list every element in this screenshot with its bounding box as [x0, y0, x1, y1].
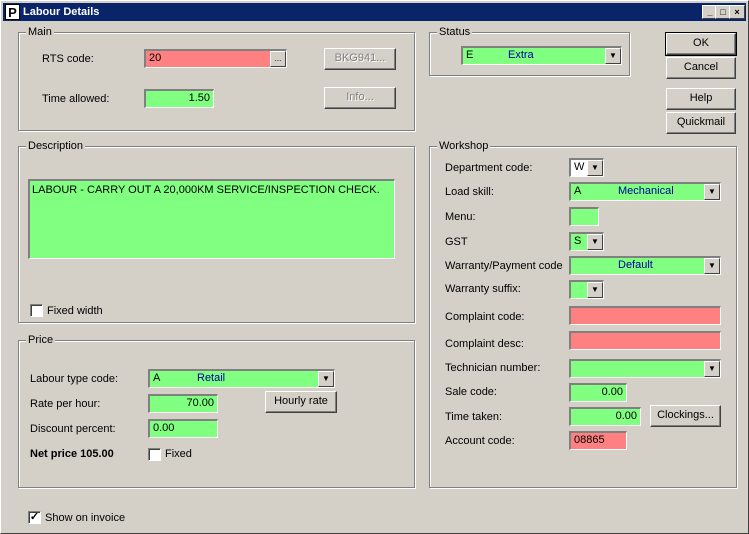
labour-type-code: A — [153, 372, 161, 384]
status-group-label: Status — [437, 25, 473, 39]
close-button[interactable]: × — [729, 5, 745, 19]
warranty-suffix-label: Warranty suffix: — [445, 283, 521, 295]
ellipsis-icon[interactable]: ... — [270, 51, 286, 67]
warranty-suffix-combo[interactable]: ▼ — [569, 280, 604, 299]
gst-value: S — [574, 235, 582, 247]
account-code-label: Account code: — [445, 435, 515, 447]
complaint-code-field[interactable] — [569, 306, 721, 325]
status-group: Status E Extra ▼ — [429, 25, 630, 76]
sale-code-label: Sale code: — [445, 386, 497, 398]
description-group: Description LABOUR - CARRY OUT A 20,000K… — [18, 139, 415, 323]
complaint-desc-label: Complaint desc: — [445, 338, 524, 350]
price-group-label: Price — [26, 333, 56, 347]
discount-label: Discount percent: — [30, 423, 116, 435]
bkg-button[interactable]: BKG941... — [324, 48, 396, 70]
time-taken-field[interactable]: 0.00 — [569, 407, 641, 426]
dropdown-icon[interactable]: ▼ — [605, 48, 621, 64]
discount-field[interactable]: 0.00 — [148, 419, 218, 438]
sale-code-field[interactable]: 0.00 — [569, 383, 627, 402]
net-price: Net price 105.00 — [30, 448, 114, 460]
dropdown-icon[interactable]: ▼ — [704, 184, 720, 200]
fixed-width-label: Fixed width — [47, 305, 103, 317]
show-on-invoice-label: Show on invoice — [45, 512, 126, 524]
show-on-invoice-checkbox[interactable]: ✓ — [28, 511, 41, 524]
rate-per-hour-field[interactable]: 70.00 — [148, 394, 218, 413]
menu-label: Menu: — [445, 211, 476, 223]
help-button[interactable]: Help — [666, 88, 736, 110]
info-button[interactable]: Info... — [324, 87, 396, 109]
main-group-label: Main — [26, 25, 54, 39]
fixed-width-checkbox[interactable] — [30, 304, 43, 317]
time-allowed-label: Time allowed: — [42, 93, 110, 105]
load-skill-code: A — [574, 185, 582, 197]
warranty-payment-value: Default — [618, 259, 653, 271]
warranty-payment-label: Warranty/Payment code — [445, 260, 563, 272]
fixed-price-checkbox[interactable] — [148, 448, 161, 461]
warranty-payment-combo[interactable]: Default ▼ — [569, 256, 721, 275]
load-skill-combo[interactable]: A Mechanical ▼ — [569, 182, 721, 201]
dropdown-icon[interactable]: ▼ — [587, 234, 603, 250]
technician-number-combo[interactable]: ▼ — [569, 359, 721, 378]
status-combo[interactable]: E Extra ▼ — [461, 46, 622, 65]
main-group: Main RTS code: 20 ... BKG941... Time all… — [18, 25, 415, 131]
load-skill-desc: Mechanical — [618, 185, 674, 197]
hourly-rate-button[interactable]: Hourly rate — [265, 391, 337, 413]
price-group: Price Labour type code: A Retail ▼ Rate … — [18, 333, 415, 488]
dropdown-icon[interactable]: ▼ — [587, 282, 603, 298]
window-title: Labour Details — [23, 6, 100, 18]
complaint-code-label: Complaint code: — [445, 311, 525, 323]
account-code-field[interactable]: 08865 — [569, 431, 627, 450]
dropdown-icon[interactable]: ▼ — [704, 361, 720, 377]
technician-number-label: Technician number: — [445, 362, 541, 374]
rts-code-label: RTS code: — [42, 53, 94, 65]
gst-combo[interactable]: S ▼ — [569, 232, 604, 251]
description-textarea[interactable]: LABOUR - CARRY OUT A 20,000KM SERVICE/IN… — [28, 179, 395, 259]
clockings-button[interactable]: Clockings... — [650, 405, 721, 427]
gst-label: GST — [445, 236, 468, 248]
status-desc: Extra — [508, 49, 534, 61]
rts-code-value: 20 — [149, 52, 162, 64]
labour-type-combo[interactable]: A Retail ▼ — [148, 369, 335, 388]
cancel-button[interactable]: Cancel — [666, 57, 736, 79]
app-icon: P — [5, 4, 20, 20]
fixed-price-label: Fixed — [165, 448, 192, 460]
time-taken-label: Time taken: — [445, 411, 503, 423]
load-skill-label: Load skill: — [445, 186, 494, 198]
title-bar: P Labour Details _ □ × — [3, 3, 746, 21]
rate-per-hour-label: Rate per hour: — [30, 398, 101, 410]
ok-button[interactable]: OK — [665, 32, 737, 56]
department-code-value: W — [574, 161, 585, 173]
labour-type-desc: Retail — [197, 372, 226, 384]
dropdown-icon[interactable]: ▼ — [587, 160, 603, 176]
quickmail-button[interactable]: Quickmail — [666, 112, 736, 134]
description-group-label: Description — [26, 139, 86, 153]
complaint-desc-field[interactable] — [569, 331, 721, 350]
workshop-group: Workshop Department code: W ▼ Load skill… — [429, 139, 737, 488]
rts-code-field[interactable]: 20 ... — [144, 49, 287, 68]
labour-type-label: Labour type code: — [30, 373, 119, 385]
department-code-label: Department code: — [445, 162, 533, 174]
status-code: E — [466, 49, 474, 61]
time-allowed-field[interactable]: 1.50 — [144, 89, 214, 108]
dropdown-icon[interactable]: ▼ — [318, 371, 334, 387]
dropdown-icon[interactable]: ▼ — [704, 258, 720, 274]
labour-details-window: P Labour Details _ □ × Main RTS code: 20… — [0, 0, 749, 534]
menu-field[interactable] — [569, 207, 599, 226]
department-code-combo[interactable]: W ▼ — [569, 158, 604, 177]
workshop-group-label: Workshop — [437, 139, 491, 153]
